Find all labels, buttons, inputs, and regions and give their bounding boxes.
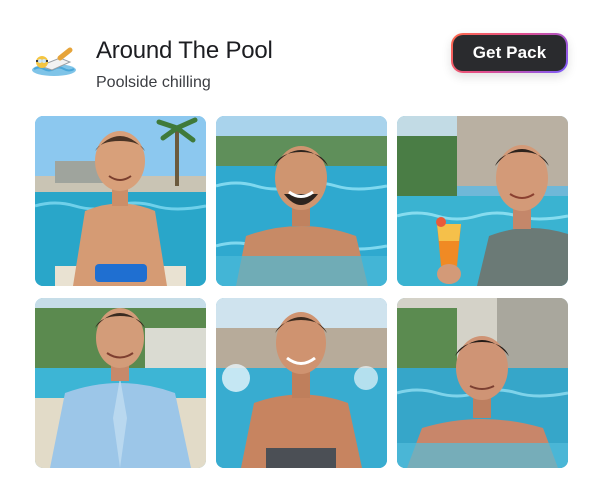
photo-man-blue-shirt-poolside[interactable] [35, 298, 206, 468]
photo-5-image [216, 298, 387, 468]
get-pack-button[interactable]: Get Pack [451, 33, 568, 73]
photo-1-image [35, 116, 206, 286]
photo-man-in-pool-resort[interactable] [397, 298, 568, 468]
sticker-pack-card: Around The Pool Poolside chilling Get Pa… [0, 0, 591, 500]
photo-man-in-pool-smiling[interactable] [216, 116, 387, 286]
photo-grid [35, 116, 569, 468]
pack-subtitle: Poolside chilling [96, 74, 211, 91]
photo-6-image [397, 298, 568, 468]
photo-2-image [216, 116, 387, 286]
photo-3-image [397, 116, 568, 286]
photo-man-sitting-poolside-edge[interactable] [35, 116, 206, 286]
photo-man-selfie-with-cocktail[interactable] [397, 116, 568, 286]
pack-title: Around The Pool [96, 37, 273, 64]
swimmer-icon [32, 47, 76, 76]
photo-man-in-pool-splashing[interactable] [216, 298, 387, 468]
photo-4-image [35, 298, 206, 468]
get-pack-button-label: Get Pack [453, 35, 566, 71]
